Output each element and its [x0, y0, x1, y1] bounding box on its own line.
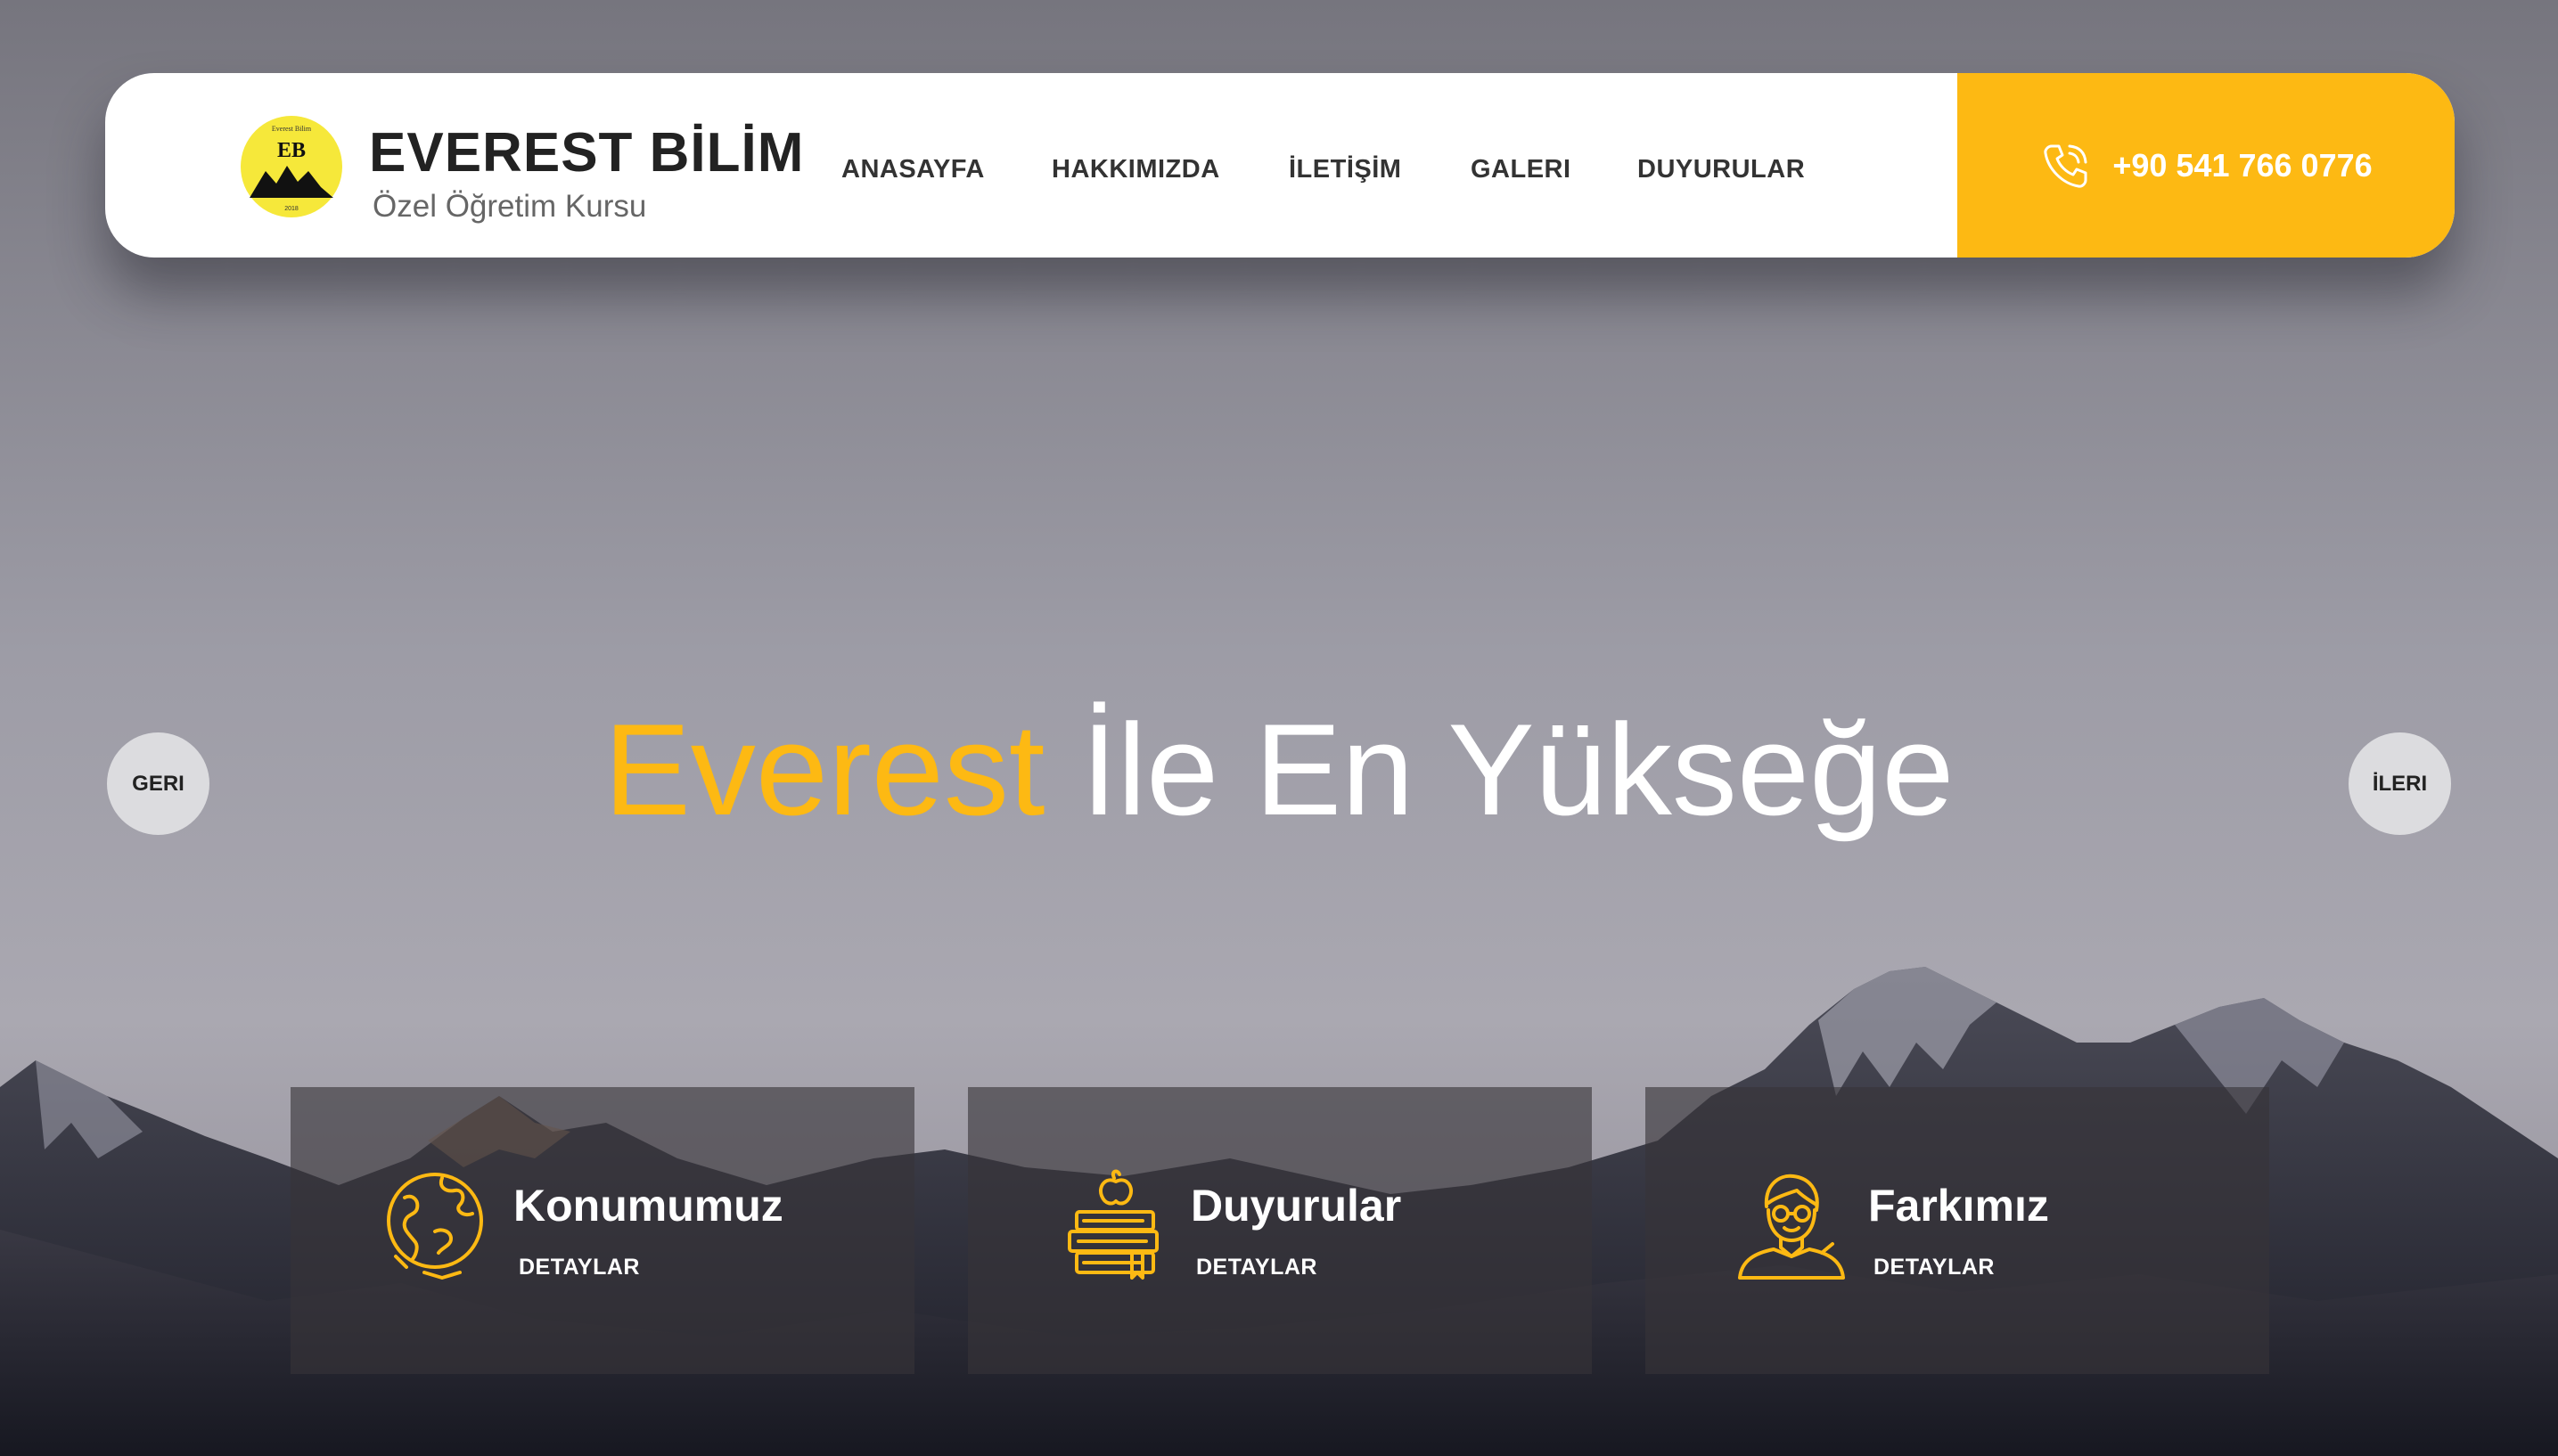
- feature-card-konumumuz[interactable]: Konumumuz DETAYLAR: [291, 1087, 914, 1374]
- feature-card-duyurular[interactable]: Duyurular DETAYLAR: [968, 1087, 1592, 1374]
- nav-item-iletisim[interactable]: İLETİŞİM: [1289, 155, 1401, 184]
- teacher-icon: [1738, 1174, 1845, 1280]
- navbar: Everest Bilim EB 2018 EVEREST BİLİM Özel…: [105, 73, 2455, 258]
- hero-headline: Everest İle En Yükseğe: [0, 695, 2558, 845]
- books-apple-icon: [1068, 1169, 1159, 1280]
- nav-item-hakkimizda[interactable]: HAKKIMIZDA: [1052, 155, 1220, 184]
- card-details-link[interactable]: DETAYLAR: [1196, 1255, 1317, 1280]
- phone-ringing-icon: [2044, 144, 2087, 188]
- nav-item-anasayfa[interactable]: ANASAYFA: [841, 155, 985, 184]
- phone-cta[interactable]: +90 541 766 0776: [1957, 73, 2455, 258]
- phone-number: +90 541 766 0776: [2112, 146, 2373, 184]
- card-details-link[interactable]: DETAYLAR: [519, 1255, 640, 1280]
- hero-headline-accent: Everest: [603, 697, 1045, 842]
- svg-text:Everest Bilim: Everest Bilim: [272, 125, 312, 133]
- brand-tagline: Özel Öğretim Kursu: [373, 189, 647, 224]
- card-title: Konumumuz: [513, 1181, 783, 1231]
- nav-item-galeri[interactable]: GALERI: [1471, 155, 1571, 184]
- nav-item-duyurular[interactable]: DUYURULAR: [1637, 155, 1805, 184]
- card-title: Farkımız: [1868, 1181, 2049, 1231]
- svg-text:EB: EB: [277, 139, 306, 162]
- globe-icon: [387, 1173, 483, 1280]
- feature-card-farkimiz[interactable]: Farkımız DETAYLAR: [1645, 1087, 2269, 1374]
- svg-text:2018: 2018: [284, 206, 299, 212]
- brand-name[interactable]: EVEREST BİLİM: [369, 121, 804, 184]
- card-title: Duyurular: [1191, 1181, 1402, 1231]
- logo-badge[interactable]: Everest Bilim EB 2018: [241, 116, 342, 217]
- hero-headline-rest: İle En Yükseğe: [1045, 697, 1955, 842]
- card-details-link[interactable]: DETAYLAR: [1873, 1255, 1995, 1280]
